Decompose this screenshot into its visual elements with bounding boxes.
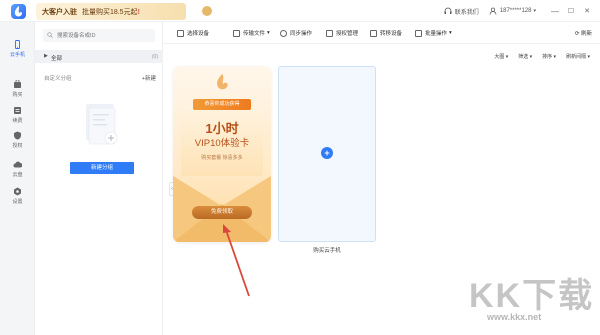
auth-manage-button[interactable]: 授权管理 [326, 29, 358, 37]
app-logo-icon [11, 4, 26, 19]
rail-item-buy[interactable]: 购买 [0, 80, 35, 98]
coin-icon [202, 6, 212, 16]
account-number: 187*****128 [499, 8, 532, 14]
promo-body: 批量购买18.5元起 [81, 9, 138, 16]
rail-item-settings[interactable]: 设置 [0, 187, 35, 205]
sort-label: 排序 [542, 54, 553, 60]
sync-icon [280, 29, 287, 37]
add-icon[interactable]: + [321, 147, 333, 159]
promo-banner[interactable]: 大客户入驻 批量购买18.5元起! [36, 3, 212, 20]
checkbox-icon [177, 29, 184, 37]
batch-operation-button[interactable]: 批量操作 ▾ [415, 29, 452, 37]
view-size-label: 大图 [494, 54, 505, 60]
upload-file-button[interactable]: 传输文件 ▾ [233, 29, 270, 37]
tool-label: 传输文件 [243, 31, 266, 37]
rail-label: 购买 [12, 92, 23, 98]
user-icon [489, 7, 497, 15]
select-device-button[interactable]: 选择设备 [177, 29, 209, 37]
contact-us-link[interactable]: 联系我们 [444, 7, 479, 16]
rail-item-cloud-drive[interactable]: 云盘 [0, 160, 35, 178]
tool-label: 选择设备 [187, 31, 210, 37]
vip-ribbon: 恭喜你成功获得 [193, 99, 251, 110]
contact-label: 联系我们 [454, 9, 479, 16]
refresh-icon: ⟳ [574, 31, 580, 37]
authorize-icon [14, 131, 21, 140]
sync-operation-button[interactable]: 同步操作 [280, 29, 312, 37]
view-size-dropdown[interactable]: 大图 ▾ [494, 53, 508, 60]
rail-item-cloud-phone[interactable]: 云手机 [0, 40, 35, 58]
toolbar: 选择设备 传输文件 ▾ 同步操作 授权管理 转移设备 批量操作 ▾ ⟳ 刷新 [163, 22, 600, 44]
create-group-button[interactable]: 新建分组 [70, 162, 134, 174]
watermark-url: www.kkx.net [487, 312, 542, 322]
chevron-down-icon: ▾ [533, 8, 536, 14]
tool-label: 授权管理 [336, 31, 359, 37]
minimize-button[interactable]: — [548, 7, 562, 16]
new-group-link[interactable]: +新建 [142, 74, 156, 82]
claim-free-button[interactable]: 免费领取 [192, 206, 252, 219]
headset-icon [444, 7, 452, 14]
transfer-device-button[interactable]: 转移设备 [370, 29, 402, 37]
refresh-label: 刷新 [580, 31, 592, 37]
account-menu[interactable]: 187*****128 ▾ [489, 7, 536, 15]
tool-label: 批量操作 [425, 31, 448, 37]
promo-accent: ! [137, 9, 140, 16]
batch-icon [415, 29, 422, 37]
search-icon [47, 32, 53, 38]
rail-label: 授权 [12, 143, 23, 149]
titlebar-actions: 联系我们 187*****128 ▾ — ☐ ✕ [444, 0, 600, 22]
group-all-label: 全部 [51, 55, 63, 62]
rail-item-authorize[interactable]: 授权 [0, 131, 35, 149]
vip-note: 购买套餐 惊喜多多 [201, 155, 243, 161]
watermark: KK下载 www.kkx.net [465, 268, 595, 333]
authorize-icon [326, 29, 333, 37]
chevron-down-icon: ▾ [267, 30, 270, 36]
settings-icon [14, 187, 21, 196]
device-search-input[interactable] [43, 29, 155, 42]
cart-icon [14, 80, 21, 88]
buy-cloud-phone-slot[interactable]: + [278, 66, 376, 242]
rail-label: 云手机 [9, 52, 25, 58]
chevron-down-icon: ▾ [449, 30, 452, 36]
sort-dropdown[interactable]: 排序 ▾ [542, 53, 556, 60]
rail-label: 云盘 [12, 172, 23, 178]
close-button[interactable]: ✕ [580, 7, 594, 15]
rail-label: 设置 [12, 199, 23, 205]
upload-icon [233, 29, 240, 37]
cloud-icon [13, 161, 22, 168]
promo-text: 大客户入驻 批量购买18.5元起! [42, 7, 140, 17]
rail-item-renew[interactable]: 续费 [0, 106, 35, 124]
refresh-interval-label: 刷新间隔 [566, 54, 587, 60]
view-options-bar: 大图 ▾ 筛选 ▾ 排序 ▾ 刷新间隔 ▾ [494, 53, 600, 60]
empty-group-illustration [86, 104, 118, 145]
filter-label: 筛选 [518, 54, 529, 60]
phone-icon [15, 40, 20, 49]
promo-lead: 大客户入驻 [42, 9, 77, 16]
refresh-button[interactable]: ⟳ 刷新 [575, 29, 592, 37]
vip-trial-card[interactable]: 恭喜你成功获得 1小时 VIP10体验卡 购买套餐 惊喜多多 免费领取 [173, 66, 271, 242]
filter-dropdown[interactable]: 筛选 ▾ [518, 53, 532, 60]
group-all-count: (0) [151, 53, 158, 60]
custom-group-title: 自定义分组 [44, 76, 72, 82]
expand-arrow-icon[interactable]: ▶ [44, 53, 48, 59]
watermark-text: KK下载 [469, 277, 595, 315]
tool-label: 同步操作 [290, 31, 313, 37]
maximize-button[interactable]: ☐ [564, 7, 578, 15]
renew-icon [14, 107, 21, 114]
brand-flame-icon [217, 74, 228, 90]
buy-cloud-phone-label: 购买云手机 [313, 248, 341, 254]
rail-label: 续费 [12, 118, 23, 124]
group-panel: ▶ 全部 (0) 自定义分组 +新建 新建分组 [35, 22, 163, 335]
refresh-interval-dropdown[interactable]: 刷新间隔 ▾ [566, 53, 590, 60]
title-bar: 大客户入驻 批量购买18.5元起! 联系我们 187*****128 ▾ — ☐… [0, 0, 600, 22]
tool-label: 转移设备 [380, 31, 403, 37]
group-all-row[interactable]: ▶ 全部 (0) [35, 50, 163, 63]
transfer-icon [370, 29, 377, 37]
left-nav-rail: 云手机 购买 续费 授权 云盘 设置 [0, 22, 35, 335]
vip-subheadline: VIP10体验卡 [194, 138, 250, 149]
